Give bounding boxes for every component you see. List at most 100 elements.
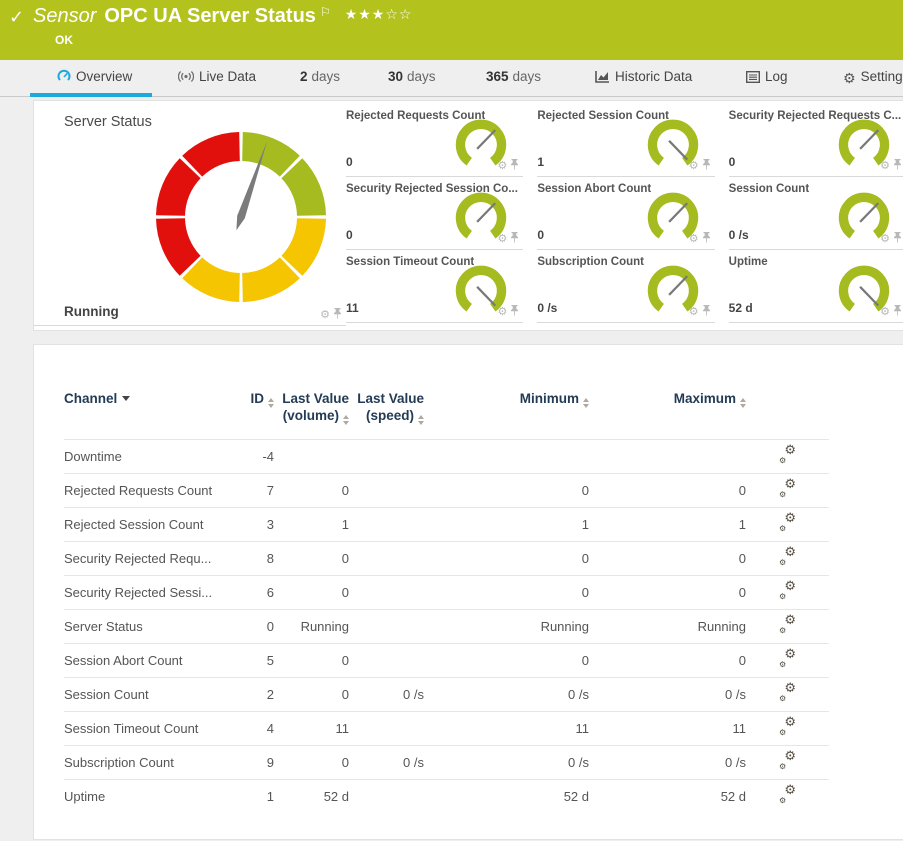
flag-icon[interactable]: ⚐ <box>320 5 331 19</box>
mini-gauge-title: Session Count <box>729 183 810 195</box>
channel-name: Security Rejected Requ... <box>64 541 224 575</box>
gear-icon[interactable]: ⚙ <box>497 159 507 172</box>
edit-channel-icon[interactable]: ⚙⚙ <box>779 718 796 735</box>
column-header-channel[interactable]: Channel <box>64 387 224 439</box>
tab-live-data[interactable]: Live Data <box>178 69 256 84</box>
main-gauge-value: Running <box>64 304 119 319</box>
maximum-value <box>589 439 746 473</box>
column-header-last-value-speed[interactable]: Last Value(speed) <box>349 387 424 439</box>
table-row: Security Rejected Requ... 8 0 0 0 ⚙⚙ <box>64 541 829 575</box>
tab-days-unit: days <box>513 69 542 84</box>
gear-icon[interactable]: ⚙ <box>497 305 507 318</box>
last-value-volume: Running <box>274 609 349 643</box>
mini-gauge-panel: Security Rejected Requests C... 0 ⚙ <box>729 104 903 177</box>
gear-icon[interactable]: ⚙ <box>880 159 890 172</box>
last-value-volume: 0 <box>274 745 349 779</box>
last-value-speed <box>349 541 424 575</box>
mini-gauge-value: 0 <box>537 228 544 242</box>
edit-channel-icon[interactable]: ⚙⚙ <box>779 480 796 497</box>
minimum-value: 0 <box>424 473 589 507</box>
mini-gauge-panel: Security Rejected Session Co... 0 ⚙ <box>346 177 523 250</box>
mini-gauge-value: 0 <box>346 155 353 169</box>
column-header-last-value-volume[interactable]: Last Value(volume) <box>274 387 349 439</box>
pin-icon[interactable] <box>893 305 902 316</box>
last-value-speed <box>349 439 424 473</box>
mini-gauge-value: 0 /s <box>729 228 749 242</box>
edit-channel-icon[interactable]: ⚙⚙ <box>779 786 796 803</box>
maximum-value: 52 d <box>589 779 746 813</box>
tab-historic-data[interactable]: Historic Data <box>595 69 692 84</box>
sort-desc-icon <box>122 396 130 401</box>
mini-gauge-panel: Session Count 0 /s ⚙ <box>729 177 903 250</box>
maximum-value: Running <box>589 609 746 643</box>
gear-icon[interactable]: ⚙ <box>320 308 330 321</box>
column-header-minimum[interactable]: Minimum <box>424 387 589 439</box>
priority-stars[interactable]: ★★★☆☆ <box>345 7 413 23</box>
last-value-volume: 52 d <box>274 779 349 813</box>
mini-gauge-panel: Subscription Count 0 /s ⚙ <box>537 250 714 323</box>
pin-icon[interactable] <box>510 305 519 316</box>
pin-icon[interactable] <box>893 159 902 170</box>
mini-gauge-panel: Session Timeout Count 11 ⚙ <box>346 250 523 323</box>
table-row: Rejected Requests Count 7 0 0 0 ⚙⚙ <box>64 473 829 507</box>
gear-icon[interactable]: ⚙ <box>689 232 699 245</box>
minimum-value: 0 <box>424 643 589 677</box>
status-check-icon: ✓ <box>9 7 24 28</box>
edit-channel-icon[interactable]: ⚙⚙ <box>779 684 796 701</box>
tab-label: Live Data <box>199 69 256 84</box>
edit-channel-icon[interactable]: ⚙⚙ <box>779 548 796 565</box>
tab-label: Historic Data <box>615 69 692 84</box>
channel-id: 3 <box>224 507 274 541</box>
edit-channel-icon[interactable]: ⚙⚙ <box>779 752 796 769</box>
sensor-title: OPC UA Server Status <box>104 5 316 27</box>
edit-channel-icon[interactable]: ⚙⚙ <box>779 582 796 599</box>
last-value-volume: 0 <box>274 677 349 711</box>
tab-30-days[interactable]: 30days <box>388 69 436 84</box>
pin-icon[interactable] <box>702 159 711 170</box>
tab-log[interactable]: Log <box>746 69 788 84</box>
channel-id: 4 <box>224 711 274 745</box>
maximum-value: 0 /s <box>589 745 746 779</box>
tab-2-days[interactable]: 2 days <box>300 69 340 84</box>
last-value-volume: 11 <box>274 711 349 745</box>
pin-icon[interactable] <box>702 232 711 243</box>
pin-icon[interactable] <box>702 305 711 316</box>
gear-icon[interactable]: ⚙ <box>497 232 507 245</box>
log-icon <box>746 71 760 83</box>
sensor-header-bar: ✓ SensorOPC UA Server Status⚐★★★☆☆ OK <box>0 0 903 60</box>
sort-icon <box>740 398 746 408</box>
live-data-icon <box>178 70 194 83</box>
pin-icon[interactable] <box>510 159 519 170</box>
mini-gauge-title: Session Abort Count <box>537 183 651 195</box>
column-header-maximum[interactable]: Maximum <box>589 387 746 439</box>
tab-365-days[interactable]: 365days <box>486 69 541 84</box>
sort-icon <box>418 415 424 425</box>
pin-icon[interactable] <box>333 308 342 319</box>
gear-icon[interactable]: ⚙ <box>689 305 699 318</box>
mini-gauge-panel: Session Abort Count 0 ⚙ <box>537 177 714 250</box>
tab-days-unit: days <box>312 69 341 84</box>
table-row: Security Rejected Sessi... 6 0 0 0 ⚙⚙ <box>64 575 829 609</box>
last-value-speed <box>349 575 424 609</box>
edit-channel-icon[interactable]: ⚙⚙ <box>779 650 796 667</box>
mini-gauge-value: 11 <box>346 301 359 315</box>
sensor-kind-label: Sensor <box>33 5 96 27</box>
pin-icon[interactable] <box>893 232 902 243</box>
channel-name: Server Status <box>64 609 224 643</box>
edit-channel-icon[interactable]: ⚙⚙ <box>779 616 796 633</box>
gear-icon[interactable]: ⚙ <box>880 305 890 318</box>
pin-icon[interactable] <box>510 232 519 243</box>
tab-overview[interactable]: Overview <box>57 69 132 84</box>
table-row: Session Count 2 0 0 /s 0 /s 0 /s ⚙⚙ <box>64 677 829 711</box>
tab-days-value: 2 <box>300 69 308 84</box>
column-header-id[interactable]: ID <box>224 387 274 439</box>
minimum-value: 52 d <box>424 779 589 813</box>
maximum-value: 0 <box>589 473 746 507</box>
edit-channel-icon[interactable]: ⚙⚙ <box>779 446 796 463</box>
edit-channel-icon[interactable]: ⚙⚙ <box>779 514 796 531</box>
tab-label: Settings <box>861 69 903 84</box>
mini-gauge-value: 1 <box>537 155 544 169</box>
gear-icon[interactable]: ⚙ <box>880 232 890 245</box>
gear-icon[interactable]: ⚙ <box>689 159 699 172</box>
tab-settings[interactable]: ⚙Settings <box>843 69 903 87</box>
